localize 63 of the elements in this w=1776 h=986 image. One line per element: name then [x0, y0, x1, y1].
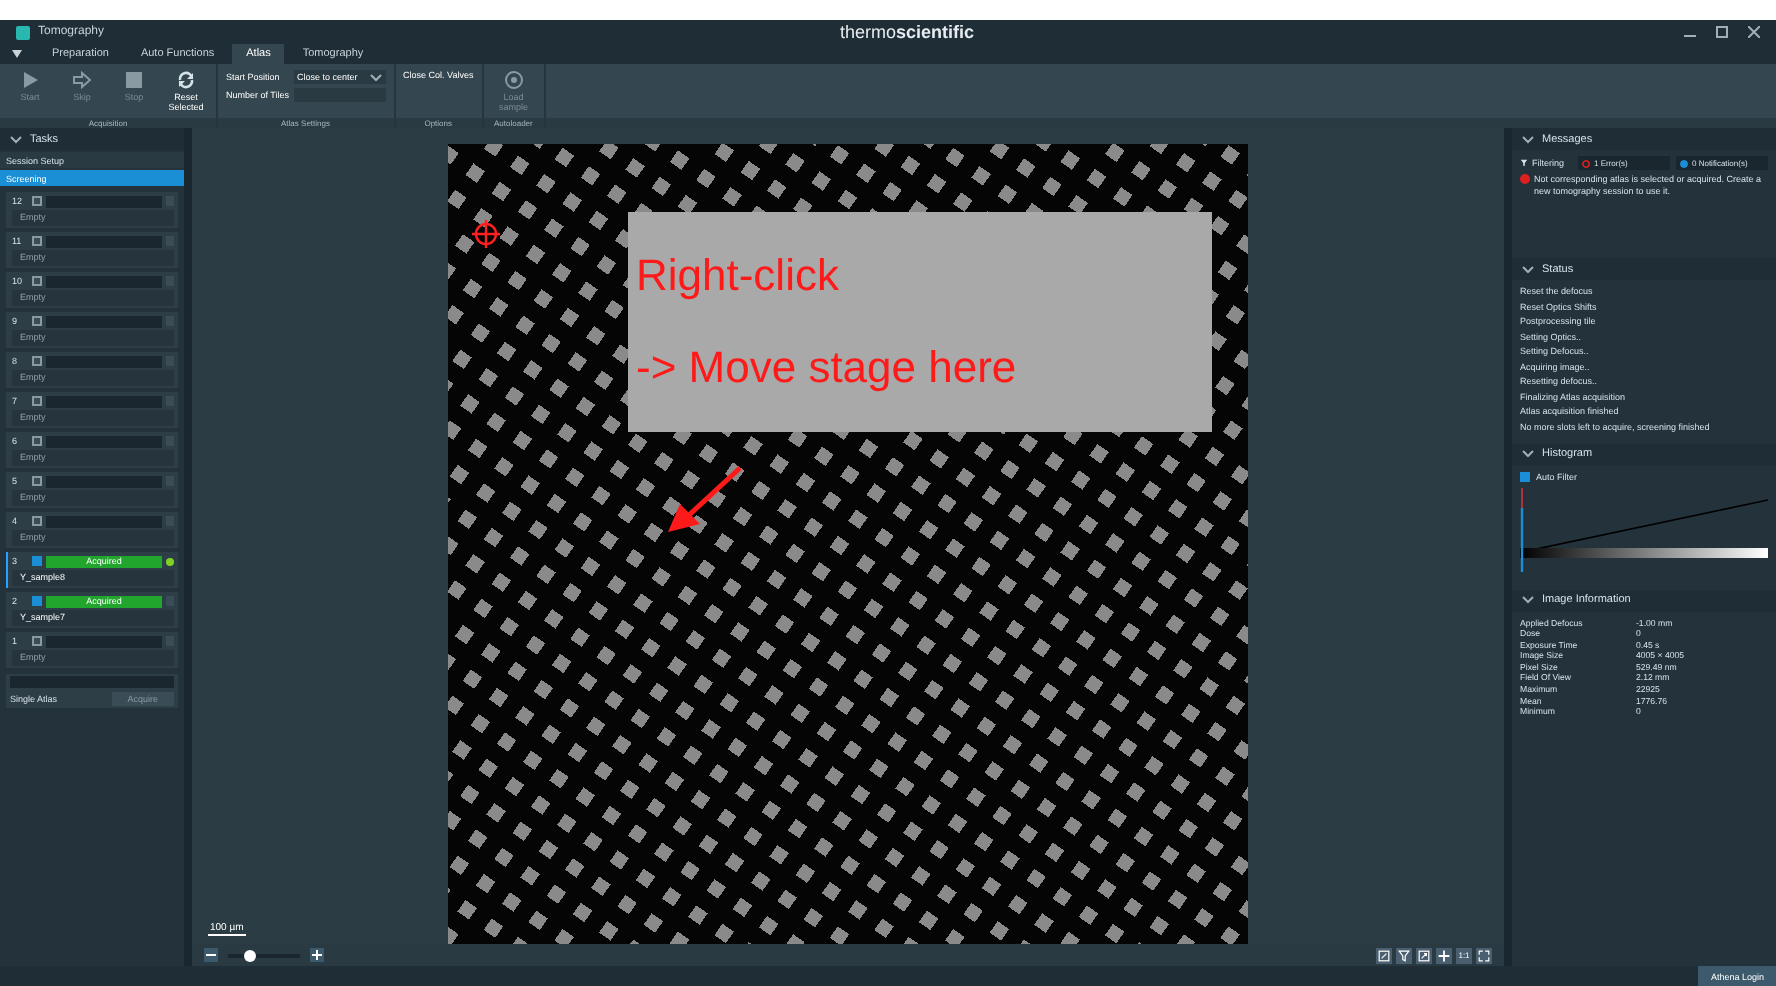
checkbox[interactable] — [32, 476, 42, 486]
checkbox[interactable] — [32, 276, 42, 286]
checkbox[interactable] — [32, 636, 42, 646]
checkbox[interactable] — [32, 236, 42, 246]
chevron-icon — [1522, 450, 1534, 458]
checkbox[interactable] — [32, 196, 42, 206]
chevron-icon — [1522, 596, 1534, 604]
view-tool-button[interactable] — [1396, 947, 1412, 963]
checkbox[interactable] — [32, 436, 42, 446]
menu-caret-icon[interactable] — [12, 50, 22, 58]
checkbox[interactable] — [1520, 471, 1530, 481]
view-tool-button[interactable] — [1416, 947, 1432, 963]
status-bar — [46, 235, 162, 247]
fullscreen-icon — [1478, 949, 1490, 961]
annotation-text: Right-click — [636, 250, 841, 303]
view-tool-button[interactable] — [1376, 947, 1392, 963]
play-icon — [20, 70, 40, 90]
checkbox[interactable] — [32, 396, 42, 406]
arrow-icon — [72, 70, 92, 90]
crosshair-icon — [472, 220, 500, 248]
checkbox[interactable] — [32, 556, 42, 566]
status-bar — [46, 515, 162, 527]
checkbox[interactable] — [32, 516, 42, 526]
zoom-in-button[interactable] — [310, 948, 324, 962]
view-tool-button[interactable] — [1436, 947, 1452, 963]
checkbox[interactable] — [32, 316, 42, 326]
status-bar — [46, 195, 162, 207]
zoom-out-button[interactable] — [204, 948, 218, 962]
disc-icon — [503, 70, 524, 90]
error-icon — [1582, 159, 1590, 167]
status-bar — [46, 435, 162, 447]
chevron-icon — [369, 73, 382, 81]
chevron-icon — [1522, 265, 1534, 273]
expand-icon — [1418, 949, 1430, 961]
status-bar — [46, 275, 162, 287]
status-bar — [46, 635, 162, 647]
cross-icon — [1438, 949, 1450, 961]
status-bar — [46, 315, 162, 327]
status-bar — [46, 475, 162, 487]
chevron-icon — [1522, 135, 1534, 143]
annotation-text: -> Move stage here — [636, 341, 1019, 394]
chevron-icon — [10, 135, 22, 143]
filter-icon — [1398, 949, 1410, 961]
checkbox[interactable] — [32, 356, 42, 366]
slider-thumb[interactable] — [243, 949, 256, 961]
pointer-arrow — [664, 464, 744, 536]
square-icon — [124, 70, 144, 90]
refresh-icon — [176, 70, 196, 90]
close-icon[interactable] — [1748, 26, 1760, 38]
square-icon — [1378, 949, 1390, 961]
status-bar — [46, 395, 162, 407]
active-dot — [166, 557, 174, 565]
maximize-icon[interactable] — [1716, 26, 1728, 38]
info-icon — [1680, 159, 1688, 167]
error-icon — [1520, 174, 1530, 184]
filter-icon — [1520, 158, 1528, 168]
brand-logo: thermoscientific — [840, 22, 975, 42]
minus-icon — [206, 950, 216, 960]
plus-icon — [312, 950, 322, 960]
status-bar — [46, 355, 162, 367]
checkbox[interactable] — [32, 596, 42, 606]
app-icon — [16, 25, 30, 39]
view-tool-button[interactable] — [1476, 947, 1492, 963]
